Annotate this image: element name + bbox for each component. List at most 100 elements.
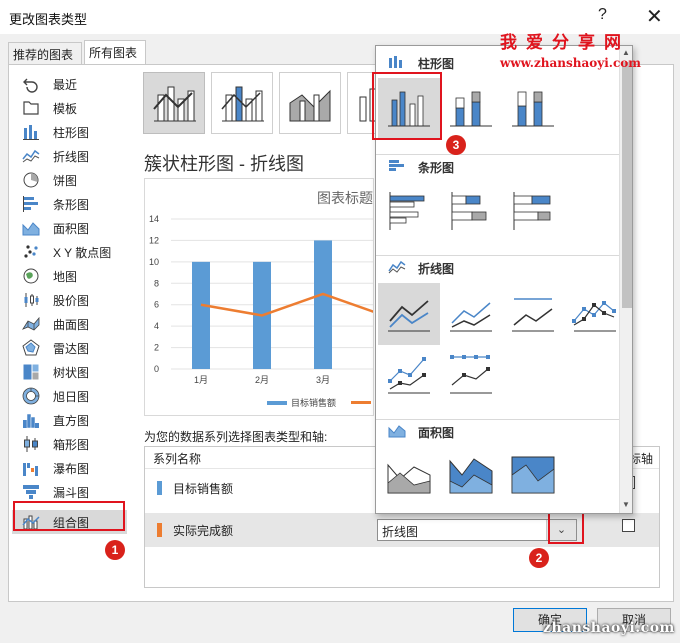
option-stacked-area[interactable]	[440, 445, 502, 507]
x-tick-label: 2月	[255, 375, 269, 385]
close-button[interactable]: ✕	[646, 4, 663, 29]
stacked-area-icon	[449, 458, 493, 494]
tab-all-charts[interactable]: 所有图表	[84, 40, 146, 65]
type-item-sunburst[interactable]: 旭日图	[12, 384, 127, 408]
type-item-label: 瀑布图	[53, 461, 90, 476]
dropdown-section-label: 折线图	[418, 262, 455, 276]
type-item-label: 箱形图	[53, 437, 90, 452]
series-swatch	[157, 481, 162, 495]
type-item-label: 旭日图	[53, 389, 90, 404]
bar-chart-icon	[23, 196, 38, 212]
type-item-label: 折线图	[53, 149, 90, 164]
stacked-line-markers-icon	[388, 357, 430, 394]
subtype-column-line-secondary[interactable]	[211, 72, 273, 134]
option-percent-stacked-area[interactable]	[502, 445, 564, 507]
option-stacked-line-markers[interactable]	[378, 345, 440, 407]
type-item-area[interactable]: 面积图	[12, 216, 127, 240]
tab-recommended[interactable]: 推荐的图表	[8, 42, 82, 64]
y-tick-label: 12	[149, 235, 159, 245]
dropdown-section-bar: 条形图	[376, 154, 619, 176]
map-chart-icon	[23, 268, 39, 284]
option-stacked-line[interactable]	[440, 283, 502, 345]
series-chart-type-select[interactable]: 折线图 ⌄	[377, 519, 577, 541]
highlight-combo	[13, 501, 125, 531]
watermark-bottom-url: zhanshaoyi.com	[543, 620, 675, 636]
template-icon	[23, 101, 39, 115]
option-percent-stacked-line-markers[interactable]	[440, 345, 502, 407]
watermark-url: www.zhanshaoyi.com	[500, 56, 641, 70]
type-item-bar[interactable]: 条形图	[12, 192, 127, 216]
dropdown-section-label: 柱形图	[418, 57, 455, 71]
type-item-template[interactable]: 模板	[12, 96, 127, 120]
chart-type-list: 最近 模板 柱形图 折线图 饼图 条形图 面积图 X Y 散点图 地图 股价图 …	[12, 72, 127, 534]
option-percent-stacked-column[interactable]	[502, 78, 564, 140]
option-stacked-bar[interactable]	[440, 180, 502, 242]
option-line[interactable]	[378, 283, 440, 345]
type-item-label: 模板	[53, 101, 78, 116]
type-item-label: X Y 散点图	[53, 245, 112, 260]
type-item-label: 面积图	[53, 221, 90, 236]
type-item-label: 树状图	[53, 365, 90, 380]
option-line-markers[interactable]	[564, 283, 626, 345]
series-swatch	[157, 523, 162, 537]
option-stacked-column[interactable]	[440, 78, 502, 140]
type-item-line[interactable]: 折线图	[12, 144, 127, 168]
combo-heading: 簇状柱形图 - 折线图	[144, 154, 304, 174]
percent-stacked-line-markers-icon	[450, 355, 492, 394]
percent-stacked-column-icon	[512, 91, 554, 127]
recent-icon	[23, 78, 38, 93]
line-markers-icon	[572, 301, 616, 332]
column-line-secondary-icon	[221, 86, 264, 122]
histogram-chart-icon	[23, 413, 39, 429]
type-item-histogram[interactable]: 直方图	[12, 408, 127, 432]
type-item-scatter[interactable]: X Y 散点图	[12, 240, 127, 264]
dropdown-section-label: 条形图	[418, 161, 455, 175]
type-item-treemap[interactable]: 树状图	[12, 360, 127, 384]
percent-stacked-bar-icon	[513, 192, 551, 230]
x-tick-label: 3月	[316, 375, 330, 385]
option-percent-stacked-line[interactable]	[502, 283, 564, 345]
scroll-thumb[interactable]	[622, 62, 632, 308]
option-area[interactable]	[378, 445, 440, 507]
subtype-clustered-column-line[interactable]	[143, 72, 205, 134]
dialog-title: 更改图表类型	[9, 12, 88, 27]
y-tick-label: 14	[149, 214, 159, 224]
radar-chart-icon	[22, 339, 40, 356]
legend-swatch	[351, 401, 371, 404]
type-item-label: 柱形图	[53, 125, 90, 140]
type-item-radar[interactable]: 雷达图	[12, 336, 127, 360]
highlight-clustered-column	[372, 72, 442, 140]
percent-stacked-area-icon	[511, 456, 555, 494]
step-badge-2: 2	[529, 548, 549, 568]
help-button[interactable]: ?	[598, 6, 607, 24]
type-item-recent[interactable]: 最近	[12, 72, 127, 96]
line-chart-icon	[388, 260, 406, 274]
sunburst-chart-icon	[22, 387, 40, 405]
stacked-area-column-icon	[289, 89, 331, 122]
step-badge-3: 3	[446, 135, 466, 155]
dropdown-scrollbar[interactable]: ▲ ▼	[619, 46, 632, 513]
series-chart-type-value: 折线图	[382, 525, 419, 539]
type-item-column[interactable]: 柱形图	[12, 120, 127, 144]
chart-preview: 图表标题024681012141月2月3月4月目标销售额	[144, 178, 374, 416]
option-clustered-bar[interactable]	[378, 180, 440, 242]
series-name: 目标销售额	[173, 482, 234, 496]
type-item-surface[interactable]: 曲面图	[12, 312, 127, 336]
dropdown-section-area: 面积图	[376, 419, 619, 441]
pie-chart-icon	[23, 172, 39, 188]
y-tick-label: 8	[154, 278, 159, 288]
scroll-down-icon[interactable]: ▼	[622, 500, 630, 509]
column-chart-icon	[389, 56, 402, 68]
type-item-waterfall[interactable]: 瀑布图	[12, 456, 127, 480]
type-item-label: 地图	[53, 269, 78, 284]
type-item-boxwhisker[interactable]: 箱形图	[12, 432, 127, 456]
legend-swatch	[267, 401, 287, 405]
type-item-stock[interactable]: 股价图	[12, 288, 127, 312]
subtype-stacked-area-column[interactable]	[279, 72, 341, 134]
type-item-map[interactable]: 地图	[12, 264, 127, 288]
option-percent-stacked-bar[interactable]	[502, 180, 564, 242]
type-item-label: 最近	[53, 77, 78, 92]
type-item-pie[interactable]: 饼图	[12, 168, 127, 192]
type-item-label: 漏斗图	[53, 485, 90, 500]
secondary-axis-checkbox[interactable]	[622, 519, 635, 532]
